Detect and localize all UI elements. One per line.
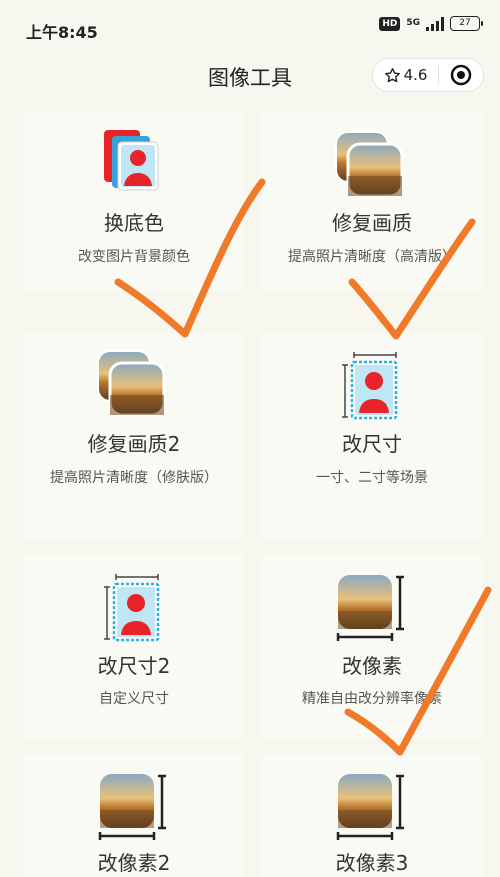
tool-card-change-background[interactable]: 换底色 改变图片背景颜色 xyxy=(24,112,244,292)
tool-title: 换底色 xyxy=(104,211,164,235)
tool-card-pixels-2[interactable]: 改像素2 xyxy=(24,755,244,877)
signal-icon xyxy=(426,16,444,31)
tool-card-pixels-3[interactable]: 改像素3 xyxy=(262,755,482,877)
target-icon xyxy=(450,64,472,86)
tool-card-enhance-quality-2[interactable]: 修复画质2 提高照片清晰度（修肤版） xyxy=(24,333,244,538)
tool-card-resize-2[interactable]: 改尺寸2 自定义尺寸 xyxy=(24,555,244,740)
tool-title: 修复画质2 xyxy=(87,432,181,456)
battery-icon: 27 xyxy=(450,16,483,31)
photo-dimension-icon xyxy=(98,774,166,840)
rating-button[interactable]: 4.6 xyxy=(373,66,438,84)
tool-desc: 自定义尺寸 xyxy=(99,691,169,707)
tool-desc: 一寸、二寸等场景 xyxy=(316,470,428,486)
mini-program-capsule: 4.6 xyxy=(372,58,484,92)
tool-desc: 改变图片背景颜色 xyxy=(78,249,190,265)
rating-value: 4.6 xyxy=(403,66,428,84)
id-photo-background-icon xyxy=(104,130,159,191)
tool-title: 改像素2 xyxy=(97,851,171,875)
status-bar: 上午8:45 HD 5G 27 xyxy=(0,0,500,60)
tool-card-pixels[interactable]: 改像素 精准自由改分辨率像素 xyxy=(262,555,482,740)
photo-dimension-icon xyxy=(336,575,404,641)
id-photo-resize-icon xyxy=(104,574,160,642)
target-button[interactable] xyxy=(439,64,483,86)
status-time: 上午8:45 xyxy=(26,23,98,42)
landscape-photos-icon xyxy=(97,350,166,417)
tool-title: 改像素 xyxy=(342,654,402,678)
hd-badge: HD xyxy=(379,16,401,31)
nav-bar: 图像工具 4.6 xyxy=(0,56,500,96)
status-indicators: HD 5G 27 xyxy=(379,16,483,31)
tool-title: 修复画质 xyxy=(332,211,412,235)
landscape-photos-icon xyxy=(335,131,404,198)
tool-desc: 提高照片清晰度（高清版） xyxy=(288,249,456,265)
tool-card-resize[interactable]: 改尺寸 一寸、二寸等场景 xyxy=(262,333,482,538)
tool-desc: 精准自由改分辨率像素 xyxy=(302,691,442,707)
star-icon xyxy=(384,67,400,82)
tool-desc: 提高照片清晰度（修肤版） xyxy=(50,470,218,486)
tool-title: 改像素3 xyxy=(335,851,409,875)
tool-title: 改尺寸 xyxy=(342,432,402,456)
id-photo-resize-icon xyxy=(342,352,398,420)
tool-card-enhance-quality[interactable]: 修复画质 提高照片清晰度（高清版） xyxy=(262,112,482,292)
tool-title: 改尺寸2 xyxy=(97,654,171,678)
network-label: 5G xyxy=(406,18,420,28)
photo-dimension-icon xyxy=(336,774,404,840)
